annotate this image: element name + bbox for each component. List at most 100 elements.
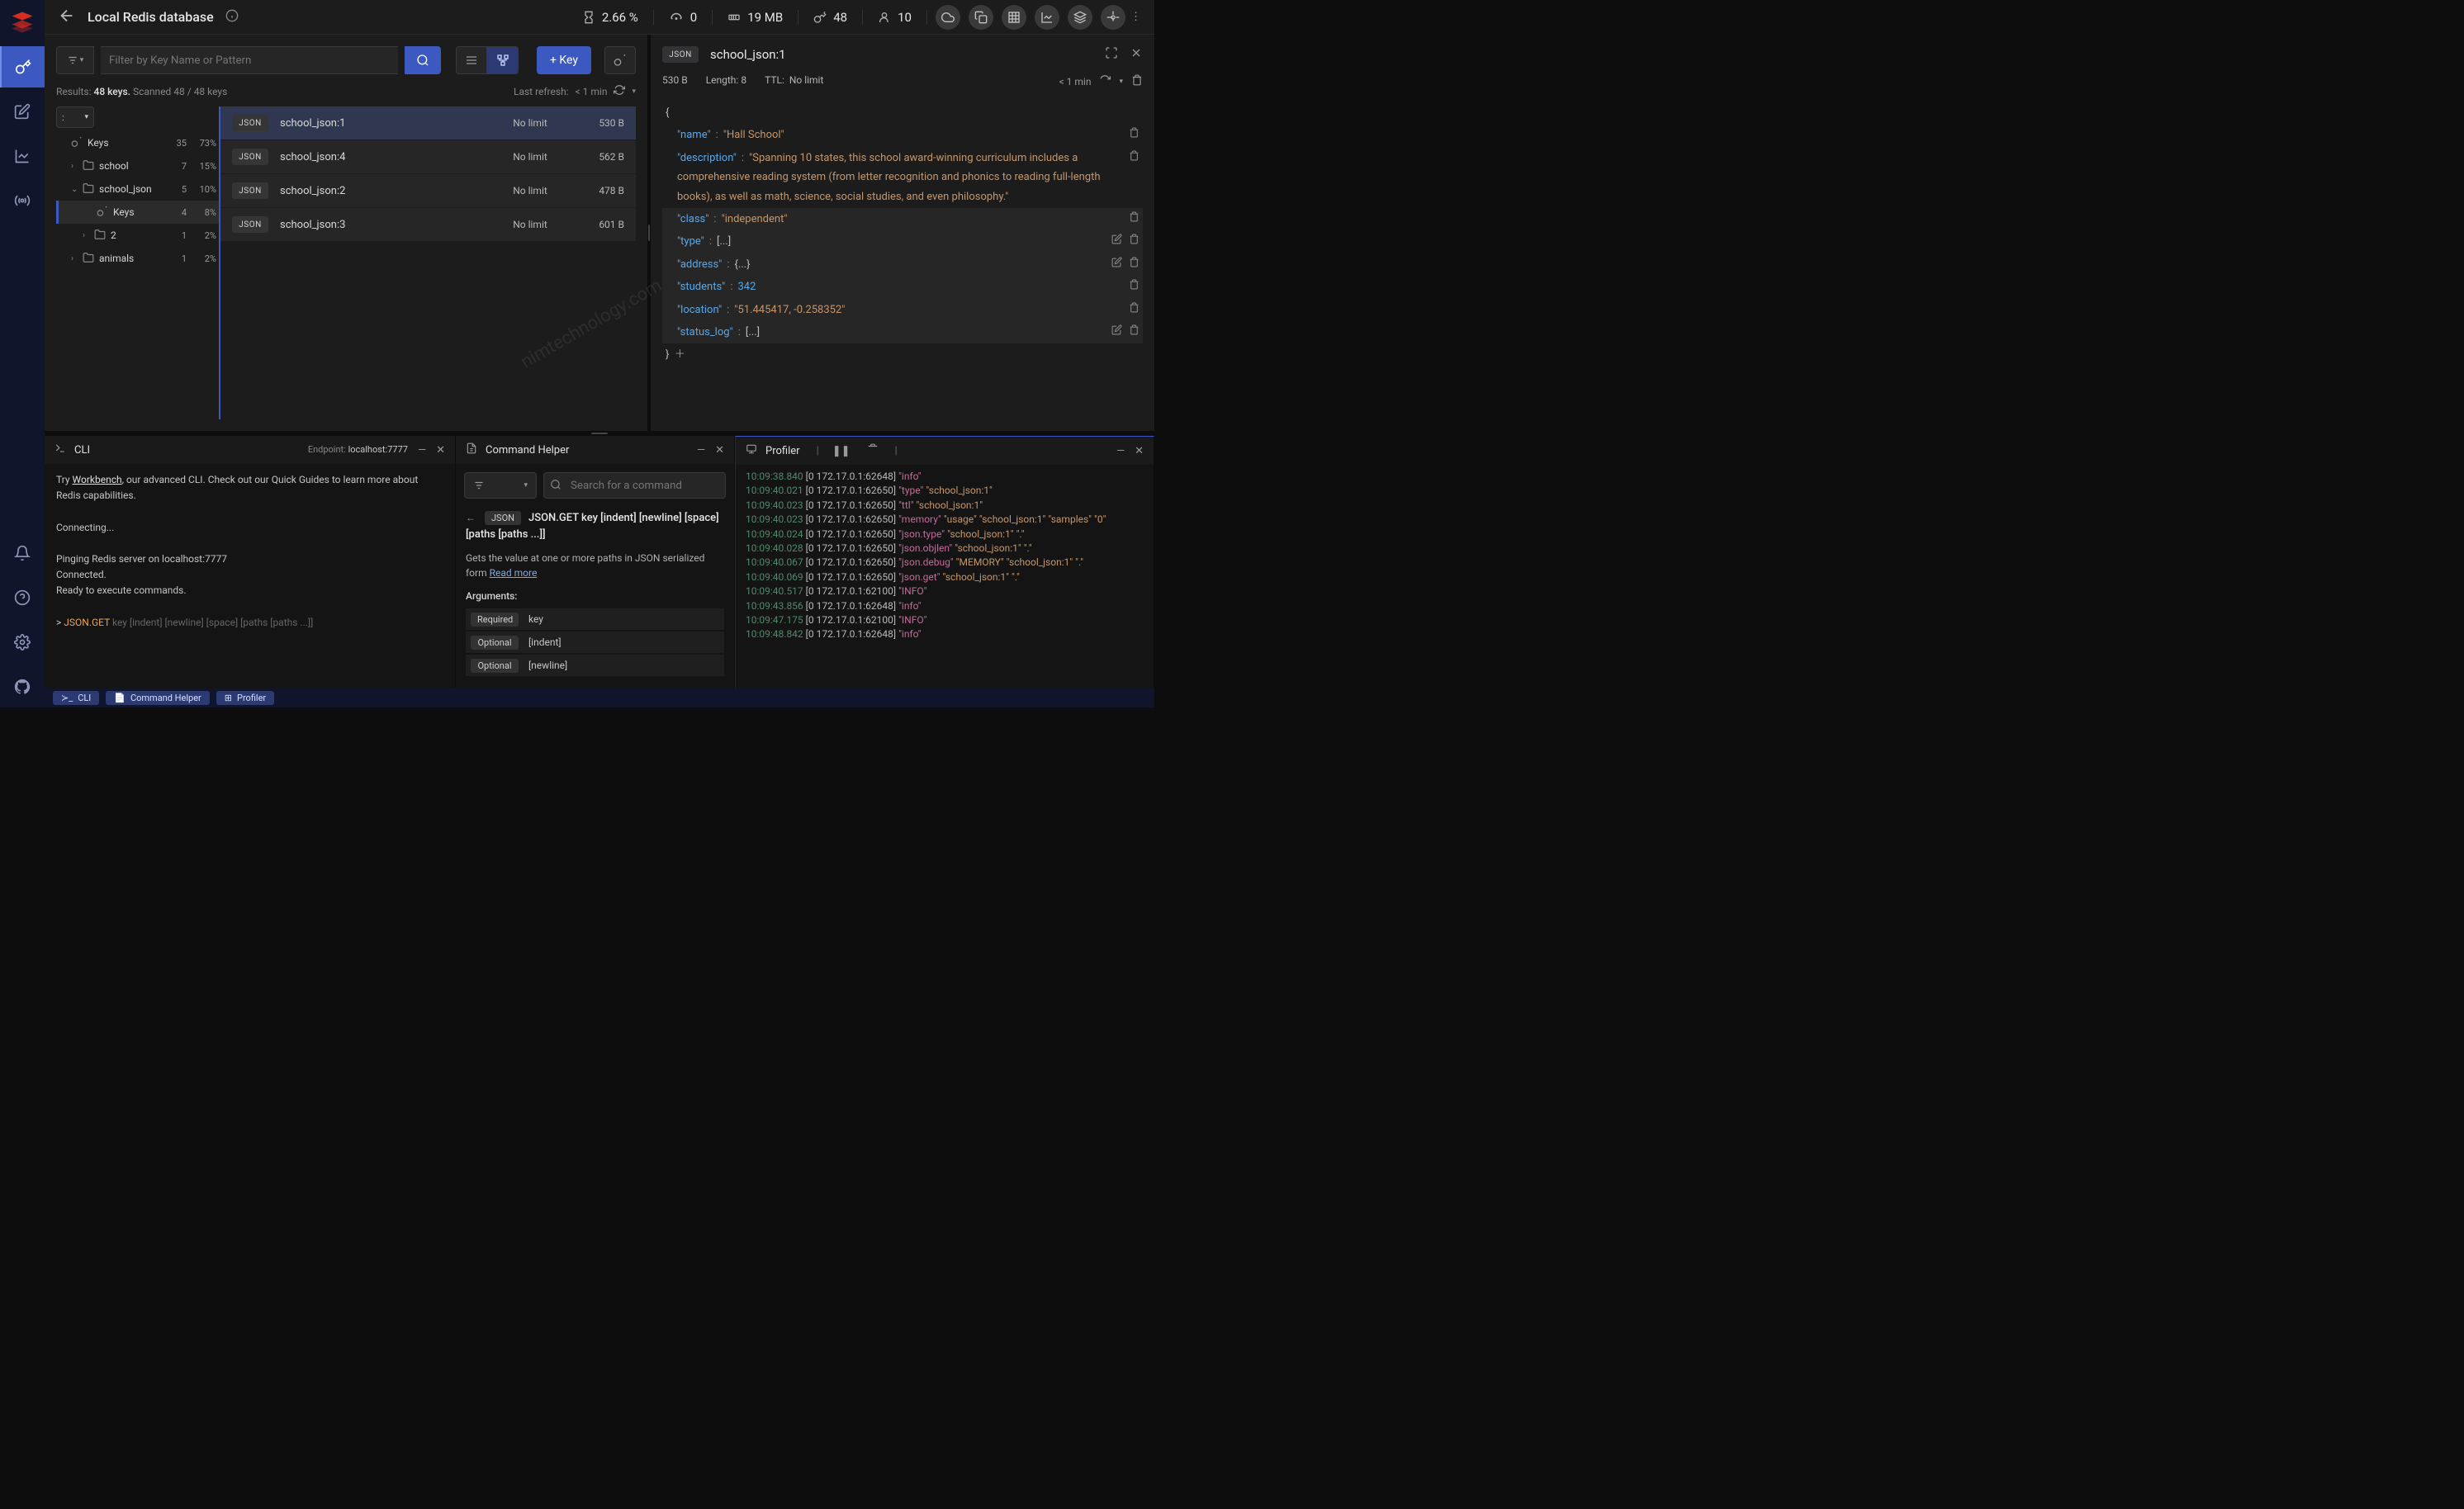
filter-dropdown[interactable]: ▾ — [56, 46, 94, 74]
metric-commands: 0 — [654, 10, 713, 25]
cli-close[interactable]: ✕ — [436, 444, 445, 456]
read-more-link[interactable]: Read more — [490, 567, 538, 579]
add-field-button[interactable]: ＋ — [675, 345, 685, 364]
tree-item[interactable]: ⌄school_json510% — [56, 177, 220, 201]
profiler-minimize[interactable]: — — [1116, 445, 1125, 457]
detail-refresh-button[interactable] — [1099, 74, 1111, 88]
cli-icon — [54, 442, 66, 457]
detail-key-name: school_json:1 — [710, 47, 786, 62]
delete-key-button[interactable] — [1131, 74, 1143, 88]
footer-cli-chip[interactable]: ≻_CLI — [53, 691, 99, 705]
metric-clients: 10 — [863, 10, 927, 25]
tree-item[interactable]: ›animals12% — [56, 247, 220, 270]
metric-keys: 48 — [798, 10, 863, 25]
tree-item[interactable]: Keys48% — [56, 201, 220, 224]
nav-workbench[interactable] — [0, 91, 45, 132]
copy-icon[interactable] — [969, 5, 993, 30]
db-title: Local Redis database — [88, 9, 214, 25]
tree-panel: :▾ Keys3573%›school715%⌄school_json510%K… — [56, 106, 220, 419]
keys-panel: ▾ + Key Results: 48 keys. Scanned 48 / 4… — [45, 35, 647, 431]
profiler-log-line: 10:09:47.175 [0 172.17.0.1:62100] "INFO" — [746, 613, 1144, 627]
profiler-clear[interactable] — [867, 443, 879, 458]
nav-help[interactable] — [0, 577, 45, 618]
profiler-log-line: 10:09:40.517 [0 172.17.0.1:62100] "INFO" — [746, 584, 1144, 598]
delete-field-icon — [1129, 255, 1140, 274]
profiler-close[interactable]: ✕ — [1135, 445, 1144, 457]
info-icon[interactable] — [225, 9, 239, 26]
json-field-row[interactable]: "class":"independent" — [662, 208, 1143, 230]
back-button[interactable] — [58, 7, 76, 28]
grid-icon[interactable] — [1002, 5, 1026, 30]
nav-notifications[interactable] — [0, 532, 45, 574]
workbench-link[interactable]: Workbench — [73, 474, 122, 485]
gear-icon[interactable] — [1101, 5, 1125, 30]
nav-analysis[interactable] — [0, 135, 45, 177]
profiler-panel: Profiler | ❚❚ | — ✕ 10:09:38.840 [0 172.… — [735, 436, 1154, 688]
footer: ≻_CLI 📄Command Helper ⊞Profiler — [45, 688, 1154, 707]
cli-body[interactable]: Try Workbench, our advanced CLI. Check o… — [45, 464, 455, 688]
list-view-button[interactable] — [456, 46, 487, 74]
bottom-panels: CLI Endpoint: localhost:7777 — ✕ Try Wor… — [45, 436, 1154, 688]
kebab-menu[interactable]: ⋮ — [1130, 11, 1141, 23]
json-field-row[interactable]: "address":{...} — [662, 253, 1143, 276]
key-row[interactable]: JSONschool_json:1No limit530 B — [220, 106, 636, 140]
delete-field-icon — [1129, 125, 1140, 144]
profiler-body[interactable]: 10:09:38.840 [0 172.17.0.1:62648] "info"… — [736, 465, 1154, 688]
header: Local Redis database 2.66 % 0 19 MB 48 1… — [45, 0, 1154, 35]
key-row[interactable]: JSONschool_json:3No limit601 B — [220, 208, 636, 241]
delete-field-icon — [1129, 300, 1140, 319]
json-field-row[interactable]: "status_log":[...] — [662, 321, 1143, 343]
chart-icon[interactable] — [1035, 5, 1059, 30]
cli-title: CLI — [74, 444, 90, 456]
profiler-log-line: 10:09:40.028 [0 172.17.0.1:62650] "json.… — [746, 542, 1144, 556]
refresh-info: Last refresh: < 1 min ▾ — [514, 84, 636, 98]
helper-panel: Command Helper — ✕ ▾ ← JS — [456, 436, 735, 688]
helper-filter-dropdown[interactable]: ▾ — [464, 472, 537, 499]
tree-item[interactable]: ›212% — [56, 224, 220, 247]
footer-profiler-chip[interactable]: ⊞Profiler — [216, 691, 274, 705]
layers-icon[interactable] — [1068, 5, 1092, 30]
key-filter-input[interactable] — [101, 46, 398, 74]
helper-search-input[interactable] — [543, 472, 726, 499]
left-sidebar — [0, 0, 45, 707]
helper-minimize[interactable]: — — [697, 444, 705, 456]
cloud-icon[interactable] — [936, 5, 960, 30]
delete-field-icon — [1129, 232, 1140, 251]
key-row[interactable]: JSONschool_json:4No limit562 B — [220, 140, 636, 173]
json-field-row[interactable]: "type":[...] — [662, 230, 1143, 253]
nav-pubsub[interactable] — [0, 180, 45, 221]
browser-row: ▾ + Key Results: 48 keys. Scanned 48 / 4… — [45, 35, 1154, 431]
key-row[interactable]: JSONschool_json:2No limit478 B — [220, 174, 636, 207]
helper-back-button[interactable]: ← — [466, 512, 476, 523]
profiler-icon — [746, 443, 757, 458]
header-action-icons — [936, 5, 1125, 30]
tree-item[interactable]: Keys3573% — [56, 131, 220, 154]
cli-minimize[interactable]: — — [418, 444, 426, 456]
json-field-row[interactable]: "location":"51.445417, -0.258352" — [662, 299, 1143, 321]
delete-field-icon — [1129, 323, 1140, 342]
nav-github[interactable] — [0, 666, 45, 707]
delete-field-icon — [1129, 210, 1140, 229]
doc-icon — [466, 442, 477, 457]
helper-close[interactable]: ✕ — [715, 444, 724, 456]
fullscreen-button[interactable] — [1105, 46, 1118, 63]
metric-cpu: 2.66 % — [567, 10, 654, 25]
close-detail-button[interactable] — [1130, 46, 1143, 63]
profiler-pause[interactable]: ❚❚ — [832, 445, 851, 457]
results-row: Results: 48 keys. Scanned 48 / 48 keys L… — [56, 84, 636, 98]
add-key-button[interactable]: + Key — [537, 46, 591, 74]
json-field-row[interactable]: "description":"Spanning 10 states, this … — [662, 147, 1143, 208]
nav-settings[interactable] — [0, 622, 45, 663]
footer-helper-chip[interactable]: 📄Command Helper — [106, 691, 210, 705]
delimiter-select[interactable]: :▾ — [56, 106, 94, 128]
search-button[interactable] — [405, 46, 441, 74]
nav-browser[interactable] — [0, 46, 45, 88]
search-icon — [550, 479, 562, 494]
tree-item[interactable]: ›school715% — [56, 154, 220, 177]
bulk-actions-button[interactable] — [604, 46, 636, 74]
tree-view-button[interactable] — [487, 46, 519, 74]
json-field-row[interactable]: "students":342 — [662, 276, 1143, 298]
refresh-button[interactable] — [614, 84, 625, 98]
json-view: { "name":"Hall School""description":"Spa… — [662, 102, 1143, 367]
json-field-row[interactable]: "name":"Hall School" — [662, 124, 1143, 146]
